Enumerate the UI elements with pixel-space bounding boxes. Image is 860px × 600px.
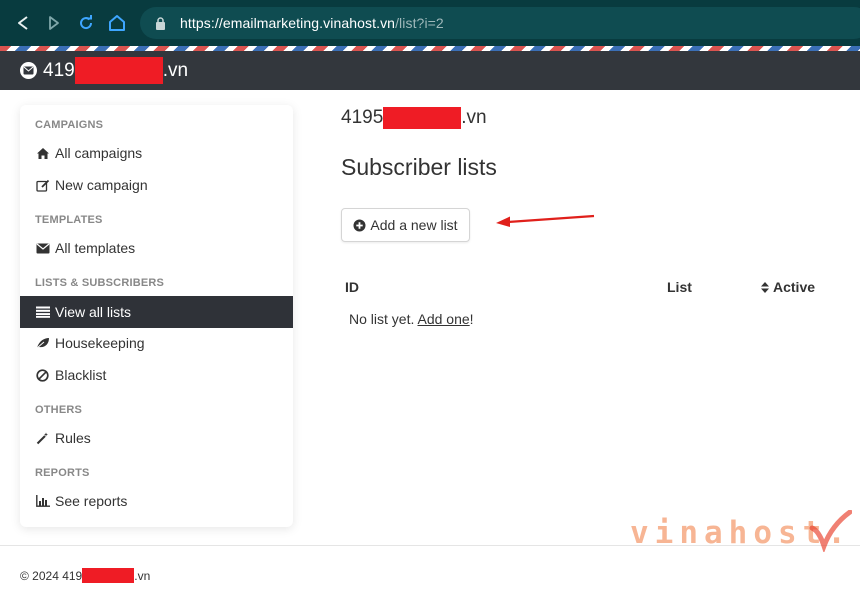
sidebar-item-view-all-lists[interactable]: View all lists [20, 296, 293, 328]
sidebar: CAMPAIGNS All campaigns New campaign TEM… [20, 105, 293, 527]
app-header: 419 .vn [0, 51, 860, 90]
sidebar-item-label: All templates [55, 240, 136, 256]
sidebar-item-label: All campaigns [55, 145, 143, 161]
add-new-list-label: Add a new list [370, 217, 458, 233]
sidebar-item-label: Blacklist [55, 367, 107, 383]
redaction-box [74, 57, 163, 84]
sidebar-item-label: See reports [55, 493, 128, 509]
brand-prefix: 419 [43, 59, 75, 81]
sidebar-item-blacklist[interactable]: Blacklist [20, 359, 293, 391]
add-one-link[interactable]: Add one [417, 311, 469, 327]
forward-icon[interactable] [43, 12, 65, 34]
add-new-list-button[interactable]: Add a new list [341, 208, 470, 242]
plus-circle-icon [353, 219, 366, 232]
redaction-box [82, 568, 135, 583]
url-text: https://emailmarketing.vinahost.vn/list?… [180, 15, 444, 31]
sidebar-item-all-campaigns[interactable]: All campaigns [20, 137, 293, 169]
sidebar-item-label: Rules [55, 430, 91, 446]
copyright-prefix: © 2024 419 [20, 568, 83, 583]
sidebar-item-new-campaign[interactable]: New campaign [20, 169, 293, 201]
reload-icon[interactable] [75, 12, 97, 34]
annotation-arrow [496, 214, 595, 227]
sidebar-item-label: Housekeeping [55, 335, 145, 351]
brand-suffix: .vn [162, 59, 189, 81]
sidebar-item-housekeeping[interactable]: Housekeeping [20, 327, 293, 359]
edit-icon [35, 178, 50, 193]
sidebar-item-rules[interactable]: Rules [20, 422, 293, 454]
brand-name[interactable]: 419 .vn [43, 57, 188, 84]
watermark-check-icon [809, 510, 852, 552]
section-reports: REPORTS [35, 467, 90, 479]
empty-text: No list yet. [349, 311, 415, 327]
brand-logo-icon [20, 62, 37, 79]
envelope-icon [35, 241, 50, 256]
site-suffix: .vn [461, 107, 487, 128]
bar-chart-icon [35, 494, 50, 509]
sidebar-item-see-reports[interactable]: See reports [20, 485, 293, 517]
magic-wand-icon [35, 431, 50, 446]
list-icon [35, 305, 50, 320]
sidebar-item-label: View all lists [55, 304, 131, 320]
url-path: /list?i=2 [395, 15, 444, 31]
sidebar-item-all-templates[interactable]: All templates [20, 232, 293, 264]
copyright-suffix: .vn [134, 568, 151, 583]
address-bar[interactable]: https://emailmarketing.vinahost.vn/list?… [140, 7, 860, 39]
site-title: 4195 .vn [341, 107, 487, 129]
section-lists-subscribers: LISTS & SUBSCRIBERS [35, 277, 165, 289]
back-icon[interactable] [12, 12, 34, 34]
column-header-id[interactable]: ID [345, 279, 359, 295]
section-templates: TEMPLATES [35, 214, 103, 226]
site-prefix: 4195 [341, 107, 384, 128]
leaf-icon [35, 336, 50, 351]
redaction-box [383, 107, 462, 129]
home-icon [35, 146, 50, 161]
home-icon[interactable] [106, 12, 128, 34]
browser-toolbar: https://emailmarketing.vinahost.vn/list?… [0, 0, 860, 46]
url-domain: https://emailmarketing.vinahost.vn [180, 15, 396, 31]
section-campaigns: CAMPAIGNS [35, 119, 104, 131]
empty-suffix: ! [469, 311, 474, 327]
column-header-active-label: Active [773, 279, 816, 295]
page-title: Subscriber lists [341, 154, 497, 180]
section-others: OTHERS [35, 404, 83, 416]
lock-icon [152, 15, 168, 31]
column-header-active[interactable]: Active [761, 279, 815, 295]
sort-icon [761, 281, 769, 293]
sidebar-item-label: New campaign [55, 177, 148, 193]
footer: © 2024 419 .vn [20, 568, 150, 583]
empty-list-message: No list yet. Add one! [349, 311, 474, 327]
column-header-list[interactable]: List [667, 279, 692, 295]
ban-icon [35, 368, 50, 383]
